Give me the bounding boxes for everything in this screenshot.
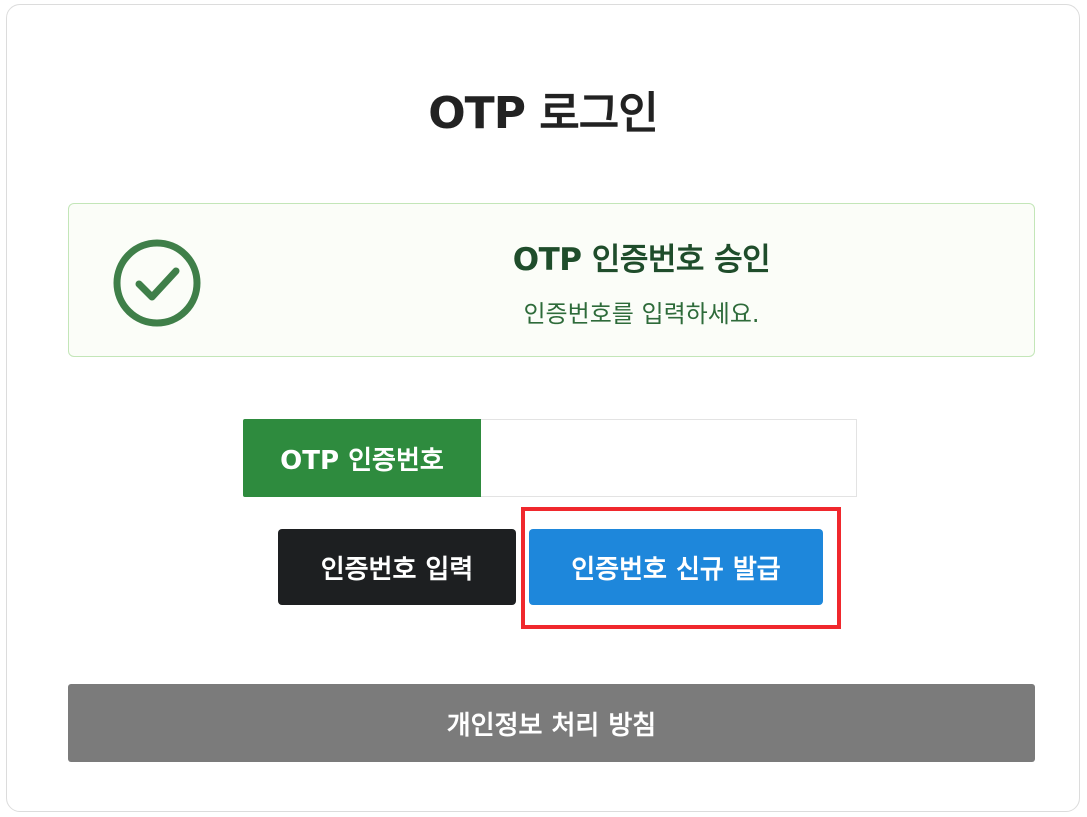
page-title: OTP 로그인: [428, 88, 658, 139]
login-card: OTP 로그인 OTP 인증번호 승인 인증번호를 입력하세요. OTP 인증번…: [6, 4, 1080, 812]
otp-input-group: OTP 인증번호: [243, 419, 857, 497]
privacy-policy-button[interactable]: 개인정보 처리 방침: [68, 684, 1035, 762]
alert-message: 인증번호를 입력하세요.: [523, 300, 760, 328]
alert-message-row: 인증번호를 입력하세요.: [69, 294, 1034, 329]
alert-title-row: OTP 인증번호 승인: [69, 234, 1034, 279]
submit-code-button[interactable]: 인증번호 입력: [278, 529, 516, 605]
success-alert: OTP 인증번호 승인 인증번호를 입력하세요.: [68, 203, 1035, 357]
otp-field-label: OTP 인증번호: [243, 419, 481, 497]
alert-title: OTP 인증번호 승인: [512, 242, 771, 278]
issue-new-code-button[interactable]: 인증번호 신규 발급: [529, 529, 823, 605]
otp-input[interactable]: [481, 419, 857, 497]
